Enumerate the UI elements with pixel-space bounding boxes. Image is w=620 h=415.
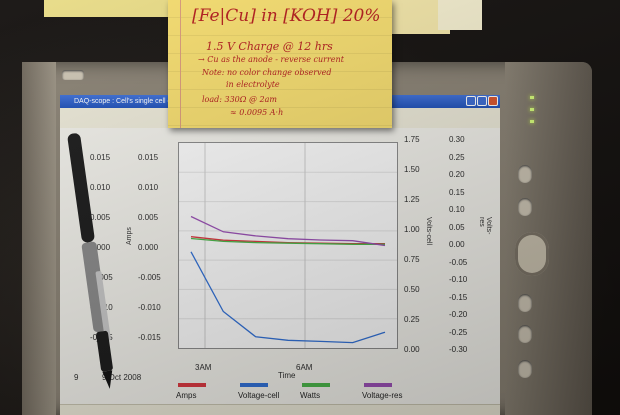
amps-axis-tick: -0.010 — [138, 303, 161, 312]
legend-swatch — [240, 383, 268, 387]
bezel-latch — [62, 70, 84, 80]
res-axis-tick: 0.15 — [449, 187, 465, 197]
sticky-note: [Fe|Cu] in [KOH] 20% 1.5 V Charge @ 12 h… — [168, 0, 392, 128]
amps-axis-tick: -0.005 — [138, 273, 161, 282]
maximize-button[interactable] — [477, 96, 487, 106]
volts-axis-tick: 0.75 — [404, 255, 420, 264]
tablet-button[interactable] — [518, 198, 532, 216]
amps-axis-tick: 0.015 — [138, 153, 159, 162]
res-axis-tick: 0.25 — [449, 152, 465, 162]
volts-axis-tick: 0.25 — [404, 315, 420, 324]
legend-swatch — [302, 383, 330, 387]
x-tick-3am: 3AM — [195, 363, 212, 372]
x-tick-6am: 6AM — [296, 363, 313, 372]
note-line: in electrolyte — [226, 80, 280, 89]
note-line: 1.5 V Charge @ 12 hrs — [206, 40, 333, 53]
chart-plot-area — [178, 142, 398, 349]
tablet-button[interactable] — [518, 360, 532, 378]
tablet-button[interactable] — [518, 325, 532, 343]
res-axis-tick: 0.30 — [449, 135, 465, 144]
tablet-button[interactable] — [518, 294, 532, 312]
status-bar — [60, 404, 500, 415]
volts-axis-tick: 1.25 — [404, 195, 420, 204]
tablet-button[interactable] — [518, 165, 532, 183]
res-axis-tick: -0.30 — [449, 345, 468, 354]
date-prefix: 9 — [74, 373, 79, 382]
volts-axis-tick: 0.50 — [404, 285, 420, 294]
res-axis-tick: -0.10 — [449, 275, 468, 284]
volts-axis-tick: 1.75 — [404, 135, 420, 144]
res-axis-tick: -0.20 — [449, 310, 468, 319]
res-axis-tick: -0.25 — [449, 327, 468, 337]
volts-axis-tick: 1.50 — [404, 165, 420, 174]
res-axis-tick: 0.00 — [449, 240, 465, 249]
res-axis-tick: 0.20 — [449, 170, 465, 179]
status-led — [530, 120, 534, 123]
left-axis-tick: 0.015 — [90, 153, 111, 162]
legend-label: Amps — [176, 391, 197, 400]
volts-axis-tick: 1.00 — [404, 225, 420, 234]
paper-scrap — [44, 0, 169, 17]
laptop-bezel-left — [22, 62, 56, 415]
x-axis-label: Time — [278, 371, 296, 380]
paper-note-right-2 — [438, 0, 482, 30]
minimize-button[interactable] — [466, 96, 476, 106]
note-line: Note: no color change observed — [202, 68, 332, 77]
res-axis-tick: 0.05 — [449, 222, 465, 232]
close-button[interactable] — [488, 96, 498, 106]
photo-scene: DAQ-scope : Cell's single cell charge 0.… — [0, 0, 620, 415]
volts-axis-tick: 0.00 — [404, 345, 420, 354]
volts-res-axis-label: Volts-res — [478, 217, 492, 235]
status-led — [530, 108, 534, 111]
amps-axis-tick: 0.000 — [138, 243, 159, 252]
amps-axis-tick: 0.005 — [138, 213, 159, 222]
legend-label: Voltage-res — [362, 391, 403, 400]
series-line-voltage-cell — [190, 251, 386, 344]
status-led — [530, 96, 534, 99]
amps-axis-tick: 0.010 — [138, 183, 159, 192]
note-line: → Cu as the anode - reverse current — [198, 55, 344, 64]
res-axis-tick: -0.05 — [449, 257, 468, 267]
legend-label: Voltage-cell — [238, 391, 280, 400]
laptop-screen: DAQ-scope : Cell's single cell charge 0.… — [60, 95, 500, 415]
note-line: load: 330Ω @ 2am — [202, 95, 277, 104]
note-line: [Fe|Cu] in [KOH] 20% — [192, 6, 381, 26]
tablet-dpad[interactable] — [515, 232, 549, 276]
volts-cell-axis-label: Volts-cell — [425, 217, 432, 246]
legend-swatch — [178, 383, 206, 387]
note-line: ≈ 0.0095 A·h — [230, 108, 284, 117]
legend-label: Watts — [300, 391, 321, 400]
legend-swatch — [364, 383, 392, 387]
amps-axis-label: Amps — [126, 227, 133, 245]
chart-svg — [179, 143, 397, 348]
note-margin-line — [180, 0, 181, 128]
res-axis-tick: 0.10 — [449, 205, 465, 214]
res-axis-tick: -0.15 — [449, 292, 468, 302]
amps-axis-tick: -0.015 — [138, 333, 161, 342]
